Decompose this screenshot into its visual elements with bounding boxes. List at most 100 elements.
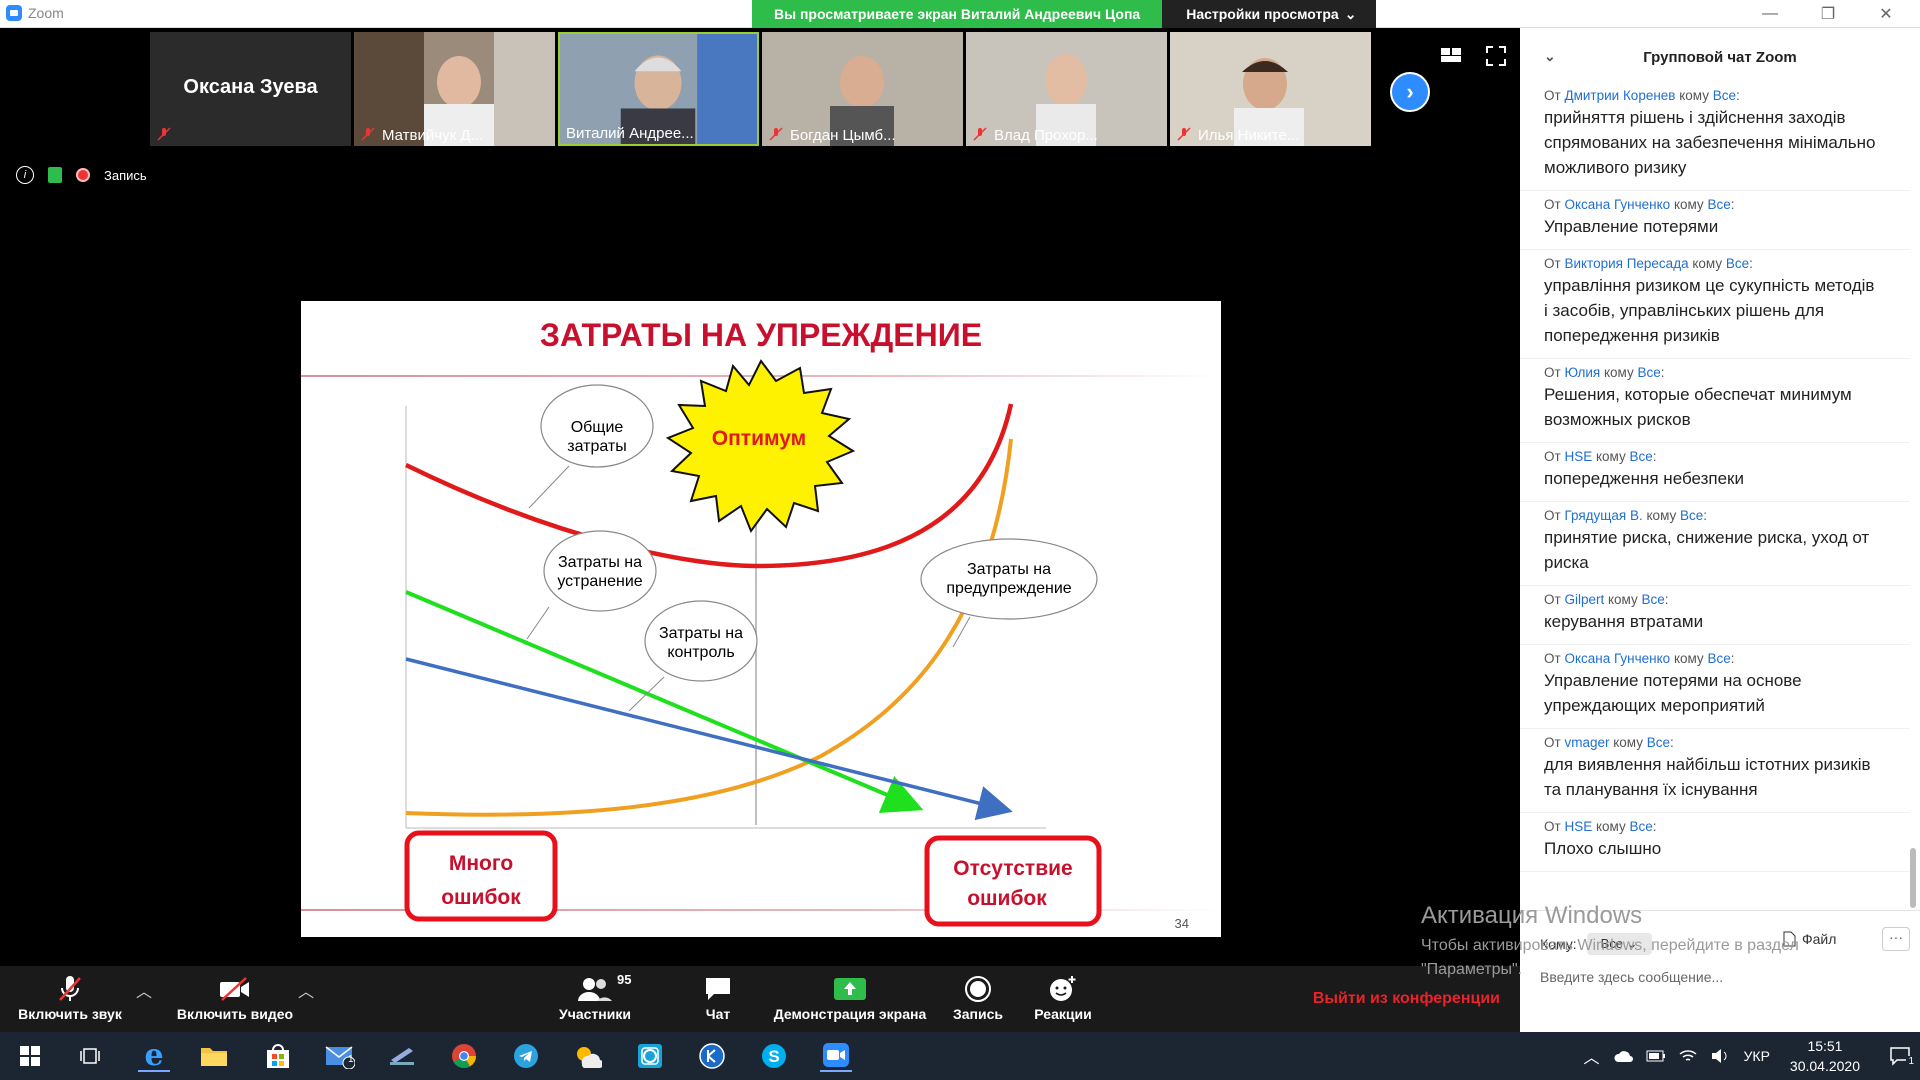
to-word: кому (1679, 88, 1709, 103)
chat-sender[interactable]: Дмитрии Коренев (1564, 88, 1675, 103)
system-clock[interactable]: 15:51 30.04.2020 (1790, 1036, 1860, 1076)
participant-tile[interactable]: Оксана Зуева (150, 32, 351, 146)
task-view-button[interactable] (74, 1040, 106, 1072)
chevron-down-icon: ⌄ (1344, 5, 1357, 22)
notifications-button[interactable]: 1 (1880, 1046, 1920, 1067)
close-button[interactable]: ✕ (1864, 2, 1908, 26)
video-options-caret-icon[interactable]: ︿ (298, 978, 314, 1002)
more-options-button[interactable]: ··· (1882, 927, 1910, 951)
windows-logo-icon (20, 1046, 40, 1066)
chat-sender[interactable]: HSE (1564, 819, 1592, 834)
chat-sender[interactable]: Gilpert (1564, 592, 1604, 607)
edge-icon: e (144, 1037, 164, 1073)
taskbar-explorer[interactable] (198, 1040, 230, 1072)
participants-label: Участники (559, 1006, 631, 1022)
unmute-button[interactable]: Включить звук (10, 972, 130, 1022)
record-label: Запись (952, 1006, 1003, 1022)
input-language[interactable]: УКР (1744, 1048, 1770, 1064)
restore-button[interactable]: ❐ (1806, 2, 1850, 26)
chat-message-meta: От Дмитрии Коренев кому Все: (1544, 88, 1740, 103)
participant-tile[interactable]: Илья Никите... (1170, 32, 1371, 146)
record-button[interactable]: Запись (950, 972, 1006, 1022)
callout-text: Затраты на (659, 625, 743, 642)
chat-sender[interactable]: Грядущая В. (1564, 508, 1642, 523)
taskbar-store[interactable] (262, 1040, 294, 1072)
share-screen-button[interactable]: Демонстрация экрана (770, 972, 930, 1022)
from-word: От (1544, 197, 1561, 212)
chat-sender[interactable]: HSE (1564, 449, 1592, 464)
muted-mic-icon (361, 127, 375, 141)
next-participants-button[interactable]: › (1390, 72, 1430, 112)
start-button[interactable] (14, 1040, 46, 1072)
participant-tile-active[interactable]: Виталий Андрее... (558, 32, 759, 146)
chat-message-input[interactable]: Введите здесь сообщение... (1540, 969, 1723, 985)
participant-tile[interactable]: Богдан Цымб... (762, 32, 963, 146)
chat-message: От Юлия кому Все: Решения, которые обеспе… (1520, 359, 1910, 443)
participants-button[interactable]: 95 Участники (555, 972, 635, 1022)
from-word: От (1544, 651, 1561, 666)
chat-recipient: Все (1707, 651, 1731, 666)
lock-icon[interactable] (48, 167, 62, 183)
taskbar-pinned-app[interactable] (386, 1040, 418, 1072)
taskbar-skype[interactable]: S (758, 1040, 790, 1072)
file-button[interactable]: Файл (1782, 931, 1836, 947)
chat-message-text: Управление потерями на основе упреждающи… (1544, 671, 1802, 715)
view-options-button[interactable]: Настройки просмотра ⌄ (1162, 0, 1377, 28)
chat-sender[interactable]: Юлия (1564, 365, 1600, 380)
video-off-icon (220, 977, 249, 1001)
to-word: кому (1646, 508, 1677, 523)
chat-messages[interactable]: От Дмитрии Коренев кому Все: прийняття рі… (1520, 82, 1910, 910)
participant-tile[interactable]: Матвийчук Д... (354, 32, 555, 146)
reactions-button[interactable]: Реакции (1030, 972, 1096, 1022)
onedrive-icon[interactable] (1614, 1049, 1634, 1063)
shared-slide: ЗАТРАТЫ НА УПРЕЖДЕНИЕ Общие затраты Затр… (301, 301, 1221, 937)
participant-tile[interactable]: Влад Прохор... (966, 32, 1167, 146)
meeting-toolbar: Включить звук ︿ Включить видео ︿ 95 Учас… (0, 966, 1520, 1032)
clock-time: 15:51 (1807, 1038, 1843, 1054)
participant-name: Матвийчук Д... (382, 127, 483, 144)
chat-panel: ⌄ Групповой чат Zoom От Дмитрии Коренев … (1520, 28, 1920, 1032)
view-controls (1440, 46, 1506, 66)
chat-button[interactable]: Чат (690, 972, 746, 1022)
leave-meeting-button[interactable]: Выйти из конференции (1313, 990, 1500, 1008)
wifi-icon[interactable] (1678, 1048, 1698, 1064)
chat-message: От vmager кому Все: для виявлення найбіль… (1520, 729, 1910, 813)
volume-icon[interactable] (1710, 1048, 1730, 1064)
chat-message: От Gilpert кому Все: керування втратами (1520, 586, 1910, 645)
taskbar-edge[interactable]: e (138, 1037, 170, 1073)
fullscreen-icon[interactable] (1486, 46, 1506, 66)
windows-taskbar: e 1 S ︿ УКР 15:51 30.04.2020 1 (0, 1032, 1920, 1080)
slide-canvas: ЗАТРАТЫ НА УПРЕЖДЕНИЕ Общие затраты Затр… (301, 317, 1221, 931)
from-word: От (1544, 819, 1561, 834)
chevron-down-icon[interactable]: ⌄ (1544, 48, 1556, 65)
to-word: кому (1595, 449, 1626, 464)
minimize-button[interactable]: — (1748, 2, 1792, 26)
audio-options-caret-icon[interactable]: ︿ (136, 978, 152, 1002)
chat-recipient: Все (1646, 735, 1671, 750)
from-word: От (1544, 735, 1561, 750)
taskbar-kaspersky[interactable] (696, 1040, 728, 1072)
taskbar-zoom[interactable] (820, 1040, 852, 1072)
chat-message-meta: От vmager кому Все: (1544, 735, 1674, 750)
title-bar: Zoom Вы просматриваете экран Виталий Анд… (0, 0, 1920, 28)
reactions-label: Реакции (1034, 1006, 1092, 1022)
tray-overflow-icon[interactable]: ︿ (1584, 1044, 1600, 1068)
chat-sender[interactable]: Оксана Гунченко (1564, 651, 1670, 666)
start-video-button[interactable]: Включить видео (165, 972, 305, 1022)
recipient-select[interactable]: Все ⌄ (1586, 933, 1652, 955)
chat-scrollbar[interactable] (1910, 848, 1916, 908)
taskbar-camera-app[interactable] (634, 1040, 666, 1072)
info-icon[interactable]: i (16, 166, 34, 184)
chat-sender[interactable]: vmager (1564, 735, 1609, 750)
weather-icon (577, 1047, 602, 1068)
taskbar-telegram[interactable] (510, 1040, 542, 1072)
taskbar-weather[interactable] (572, 1040, 604, 1072)
chat-sender[interactable]: Виктория Пересада (1564, 256, 1688, 271)
battery-icon[interactable] (1646, 1049, 1666, 1063)
taskbar-chrome[interactable] (448, 1040, 480, 1072)
layout-toggle-icon[interactable] (1440, 46, 1462, 64)
taskbar-mail[interactable]: 1 (324, 1040, 356, 1072)
chat-sender[interactable]: Оксана Гунченко (1564, 197, 1670, 212)
chat-message: От Виктория Пересада кому Все: управління… (1520, 250, 1910, 359)
callout-text: Затраты на (558, 554, 642, 571)
